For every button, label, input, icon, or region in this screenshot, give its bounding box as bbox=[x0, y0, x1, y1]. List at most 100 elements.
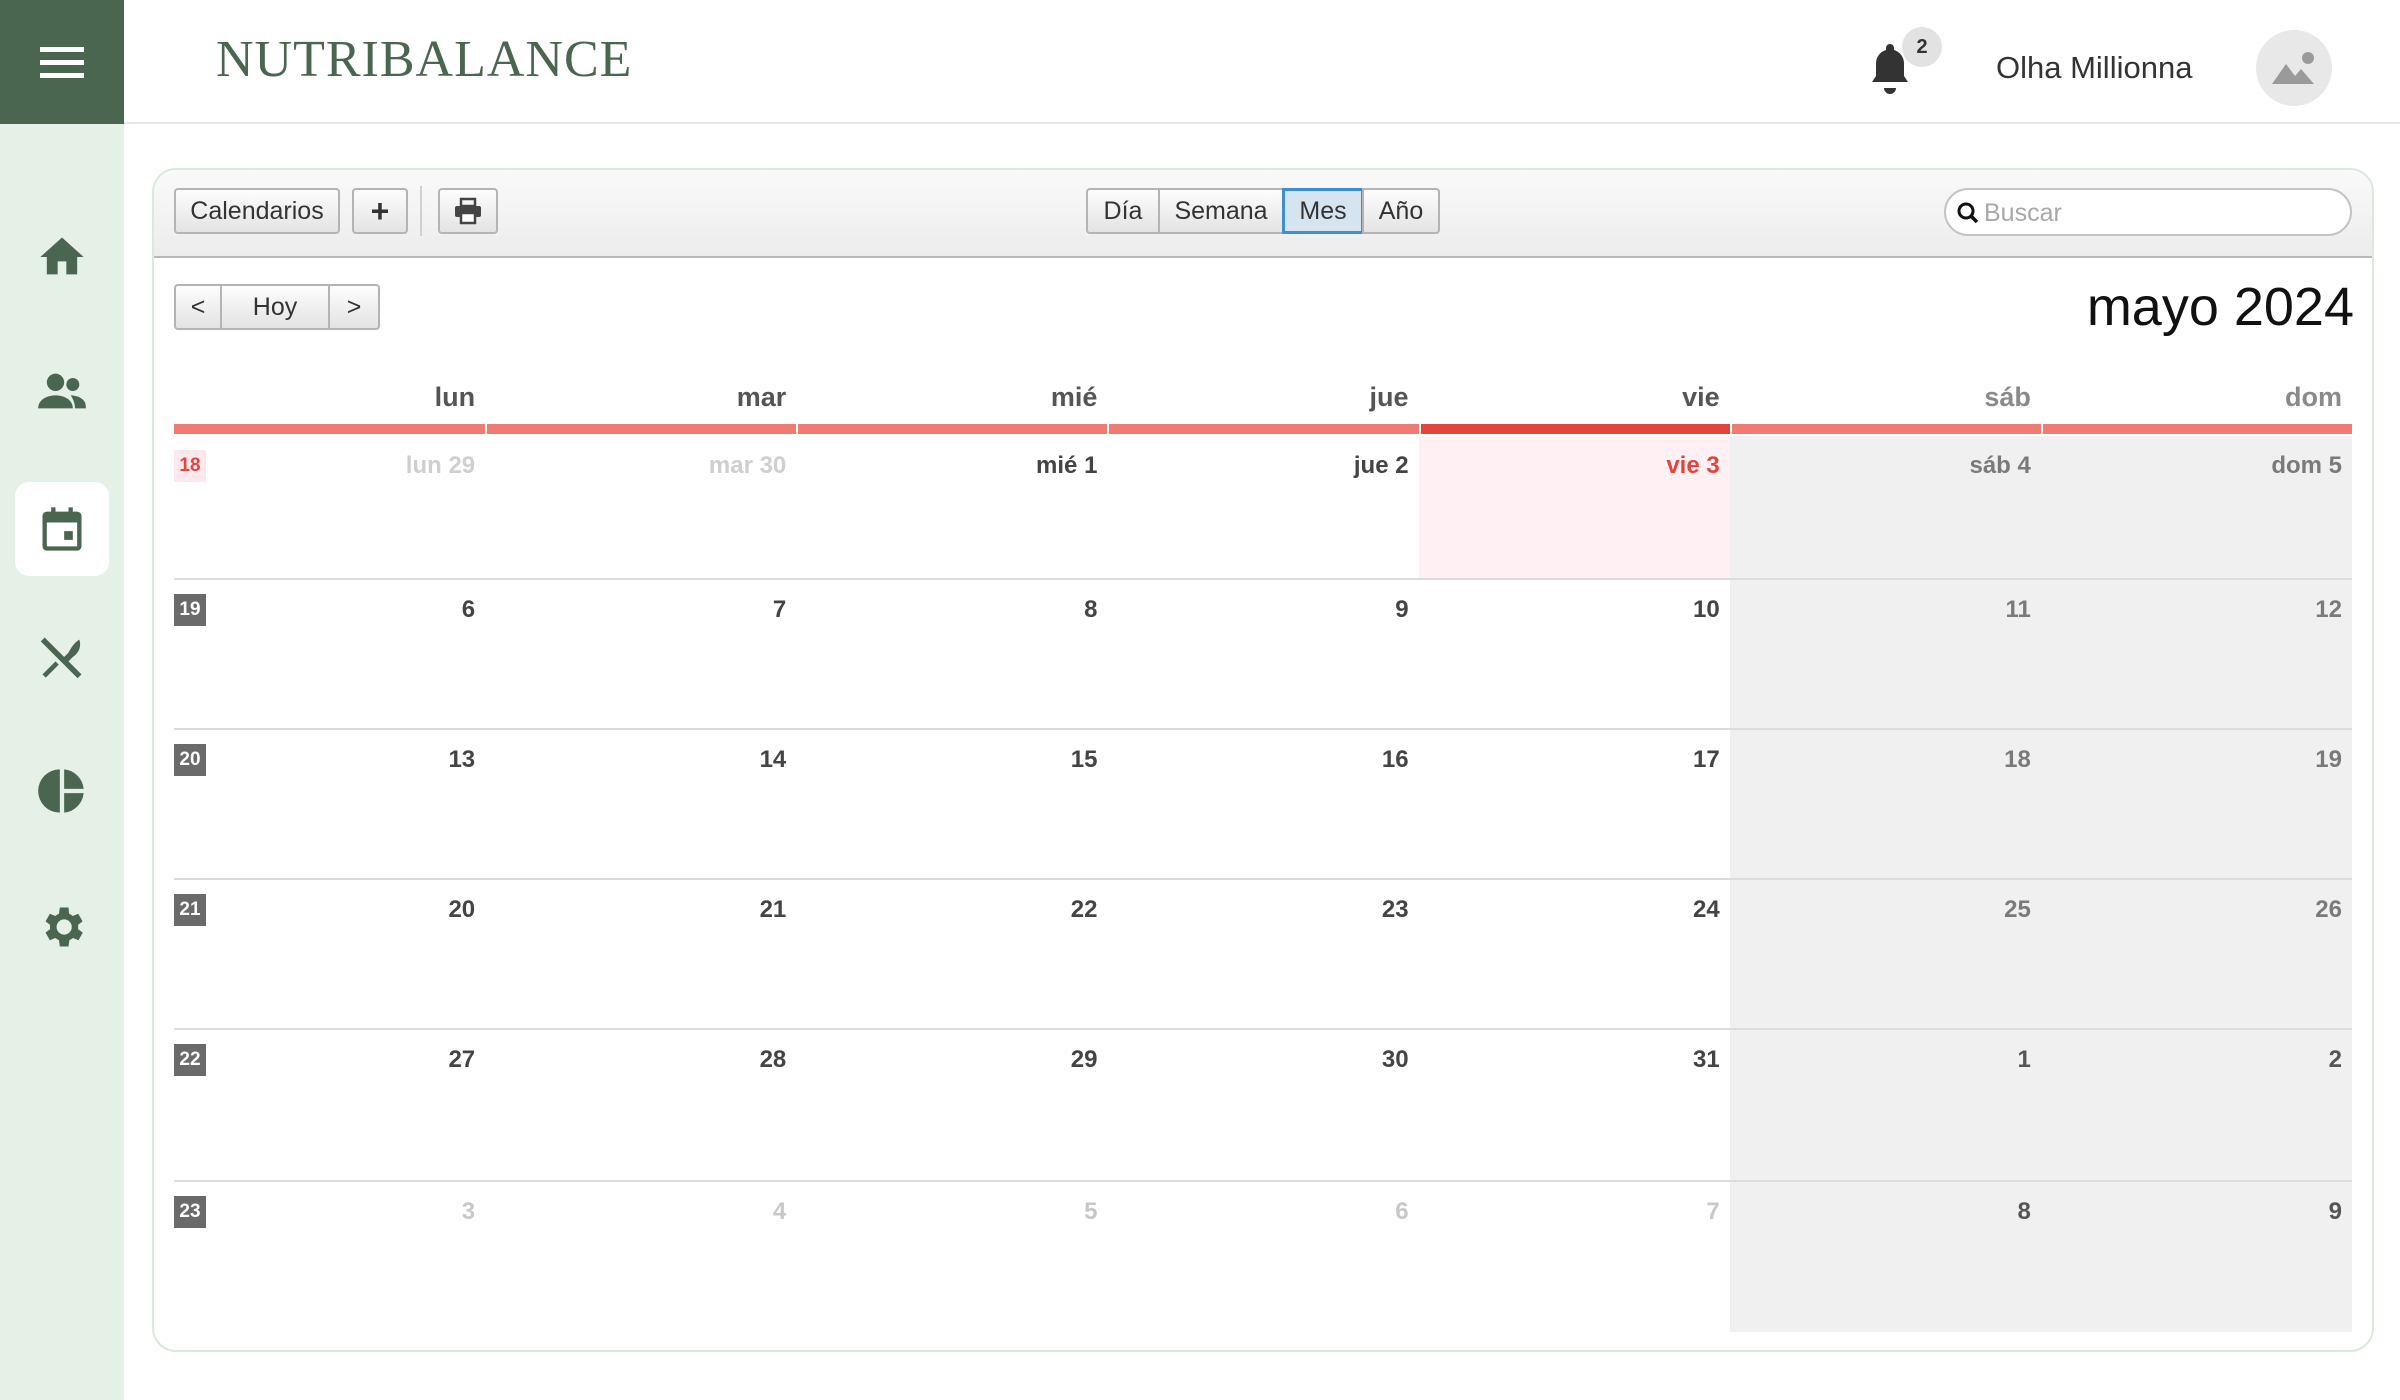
month-title: mayo 2024 bbox=[2086, 277, 2354, 337]
weekday-header: mié bbox=[1050, 382, 1098, 412]
day-separator-bar bbox=[798, 424, 1108, 434]
search-box[interactable] bbox=[1944, 188, 2352, 236]
week-number: 20 bbox=[174, 744, 206, 776]
day-cell[interactable]: jue 2 bbox=[1259, 452, 1409, 480]
day-cell[interactable]: 28 bbox=[636, 1046, 787, 1074]
avatar[interactable] bbox=[2256, 30, 2332, 106]
view-month-button[interactable]: Mes bbox=[1282, 188, 1364, 234]
sidebar-item-meals[interactable] bbox=[15, 610, 109, 704]
day-cell[interactable]: 12 bbox=[2192, 596, 2342, 624]
day-cell[interactable]: 18 bbox=[1881, 746, 2031, 774]
home-icon bbox=[40, 237, 84, 275]
week-number: 19 bbox=[174, 594, 206, 626]
day-cell[interactable]: 25 bbox=[1881, 896, 2031, 924]
sidebar-item-calendar[interactable] bbox=[15, 482, 109, 576]
day-cell[interactable]: 15 bbox=[947, 746, 1098, 774]
day-cell[interactable]: 4 bbox=[636, 1198, 786, 1226]
day-cell[interactable]: 6 bbox=[1259, 1198, 1408, 1226]
brand-logo: NUTRIBALANCE bbox=[216, 31, 633, 88]
top-header: NUTRIBALANCE 2 Olha Millionna bbox=[124, 0, 2400, 124]
day-separator-bar bbox=[174, 424, 486, 434]
day-cell[interactable]: sáb 4 bbox=[1881, 452, 2030, 480]
week-number: 23 bbox=[174, 1196, 206, 1228]
sidebar-item-home[interactable] bbox=[15, 210, 109, 304]
day-cell[interactable]: mié 1 bbox=[947, 452, 1097, 480]
day-cell[interactable]: 27 bbox=[325, 1046, 475, 1074]
week-divider bbox=[174, 1028, 2352, 1030]
printer-icon bbox=[455, 197, 481, 225]
day-separator-bar bbox=[1109, 424, 1419, 434]
weekday-header: mar bbox=[736, 382, 787, 412]
weekday-header: jue bbox=[1369, 382, 1409, 412]
day-cell[interactable]: 17 bbox=[1570, 746, 1720, 774]
weekday-header: sáb bbox=[1984, 382, 2031, 412]
day-cell[interactable]: 26 bbox=[2192, 896, 2342, 924]
day-cell[interactable]: 7 bbox=[636, 596, 786, 624]
day-cell[interactable]: 8 bbox=[1881, 1198, 2030, 1226]
weekday-header: dom bbox=[2284, 382, 2342, 412]
today-button[interactable]: Hoy bbox=[220, 284, 330, 330]
day-cell[interactable]: 9 bbox=[1259, 596, 1408, 624]
add-event-button[interactable]: + bbox=[352, 188, 408, 234]
menu-toggle-button[interactable] bbox=[0, 0, 124, 124]
pie-chart-icon bbox=[38, 769, 84, 813]
day-cell[interactable]: 16 bbox=[1259, 746, 1409, 774]
search-input[interactable] bbox=[1982, 194, 2346, 232]
view-year-button[interactable]: Año bbox=[1362, 188, 1440, 234]
day-cell[interactable]: mar 30 bbox=[636, 452, 786, 480]
week-divider bbox=[174, 578, 2352, 580]
day-cell[interactable]: 29 bbox=[947, 1046, 1098, 1074]
week-divider bbox=[174, 878, 2352, 880]
sidebar bbox=[0, 124, 124, 1400]
view-day-button[interactable]: Día bbox=[1086, 188, 1160, 234]
view-week-button[interactable]: Semana bbox=[1158, 188, 1284, 234]
weekday-header: vie bbox=[1682, 382, 1720, 412]
day-cell[interactable]: dom 5 bbox=[2192, 452, 2342, 480]
day-cell[interactable]: 5 bbox=[947, 1198, 1097, 1226]
day-cell[interactable]: 1 bbox=[1881, 1046, 2030, 1074]
gear-icon bbox=[45, 907, 83, 947]
day-cell[interactable]: vie 3 bbox=[1570, 452, 1719, 480]
utensils-icon bbox=[40, 637, 82, 679]
day-cell[interactable]: 8 bbox=[947, 596, 1097, 624]
image-placeholder-icon bbox=[2272, 52, 2314, 84]
day-cell[interactable]: 30 bbox=[1259, 1046, 1409, 1074]
week-divider bbox=[174, 728, 2352, 730]
day-cell[interactable]: 24 bbox=[1570, 896, 1720, 924]
day-cell[interactable]: 2 bbox=[2192, 1046, 2342, 1074]
day-cell[interactable]: 31 bbox=[1570, 1046, 1720, 1074]
day-cell[interactable]: 3 bbox=[325, 1198, 475, 1226]
calendar-panel: Calendarios + Día Semana Mes Año < Hoy >… bbox=[152, 168, 2374, 1352]
day-cell[interactable]: 23 bbox=[1259, 896, 1409, 924]
day-cell[interactable]: 21 bbox=[636, 896, 787, 924]
week-number: 21 bbox=[174, 894, 206, 926]
day-cell[interactable]: lun 29 bbox=[325, 452, 475, 480]
sidebar-item-stats[interactable] bbox=[15, 744, 109, 838]
sidebar-item-settings[interactable] bbox=[15, 880, 109, 974]
next-button[interactable]: > bbox=[328, 284, 380, 330]
print-button[interactable] bbox=[438, 188, 498, 234]
day-cell[interactable]: 13 bbox=[325, 746, 475, 774]
day-cell[interactable]: 11 bbox=[1881, 596, 2030, 624]
sidebar-item-users[interactable] bbox=[15, 344, 109, 438]
day-cell[interactable]: 7 bbox=[1570, 1198, 1719, 1226]
user-name[interactable]: Olha Millionna bbox=[1996, 50, 2192, 86]
day-cell[interactable]: 10 bbox=[1570, 596, 1720, 624]
calendar-toolbar: Calendarios + Día Semana Mes Año bbox=[154, 170, 2372, 258]
hamburger-icon bbox=[40, 47, 84, 78]
day-cell[interactable]: 14 bbox=[636, 746, 787, 774]
week-number: 22 bbox=[174, 1044, 206, 1076]
day-cell[interactable]: 20 bbox=[325, 896, 475, 924]
day-cell[interactable]: 19 bbox=[2192, 746, 2342, 774]
week-divider bbox=[174, 1180, 2352, 1182]
prev-button[interactable]: < bbox=[174, 284, 222, 330]
day-separator-bar bbox=[1731, 424, 2041, 434]
day-cell[interactable]: 9 bbox=[2192, 1198, 2342, 1226]
toolbar-divider bbox=[420, 186, 422, 236]
week-number: 18 bbox=[174, 450, 206, 482]
users-icon bbox=[38, 373, 86, 409]
day-cell[interactable]: 6 bbox=[325, 596, 475, 624]
day-cell[interactable]: 22 bbox=[947, 896, 1098, 924]
calendars-button[interactable]: Calendarios bbox=[174, 188, 340, 234]
day-separator-bar bbox=[487, 424, 797, 434]
